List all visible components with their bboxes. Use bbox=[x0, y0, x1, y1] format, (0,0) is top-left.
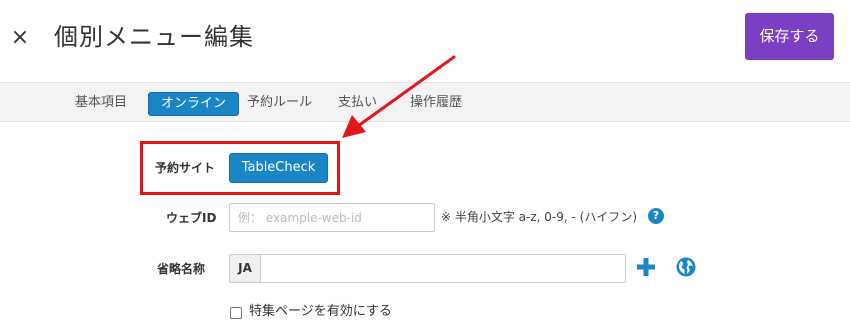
web-id-input[interactable] bbox=[229, 203, 435, 232]
web-id-label: ウェブID bbox=[166, 211, 217, 225]
tab-history[interactable]: 操作履歴 bbox=[410, 92, 462, 116]
page-title: 個別メニュー編集 bbox=[54, 23, 254, 51]
reservation-site-button[interactable]: TableCheck bbox=[229, 153, 328, 183]
edit-menu-screen: × 個別メニュー編集 保存する 基本項目 オンライン 予約ルール 支払い 操作履… bbox=[0, 0, 850, 336]
save-button[interactable]: 保存する bbox=[745, 13, 834, 60]
short-name-label: 省略名称 bbox=[157, 262, 206, 276]
language-prefix: JA bbox=[229, 254, 260, 283]
close-icon[interactable]: × bbox=[8, 24, 32, 52]
header: × 個別メニュー編集 保存する bbox=[0, 0, 850, 80]
tab-bar: 基本項目 オンライン 予約ルール 支払い 操作履歴 bbox=[0, 82, 850, 122]
reservation-site-label: 予約サイト bbox=[155, 161, 216, 175]
tab-reservation-rules[interactable]: 予約ルール bbox=[247, 92, 312, 116]
tab-basic[interactable]: 基本項目 bbox=[75, 92, 127, 116]
feature-page-checkbox[interactable] bbox=[230, 307, 242, 319]
web-id-hint: ※ 半角小文字 a-z, 0-9, - (ハイフン) bbox=[441, 210, 638, 224]
tab-payment[interactable]: 支払い bbox=[338, 92, 377, 116]
help-icon[interactable]: ? bbox=[648, 208, 664, 224]
globe-icon[interactable] bbox=[676, 257, 696, 277]
short-name-input[interactable] bbox=[260, 254, 626, 283]
tab-online[interactable]: オンライン bbox=[148, 92, 240, 116]
plus-icon[interactable] bbox=[636, 257, 656, 277]
feature-page-label[interactable]: 特集ページを有効にする bbox=[249, 302, 392, 322]
